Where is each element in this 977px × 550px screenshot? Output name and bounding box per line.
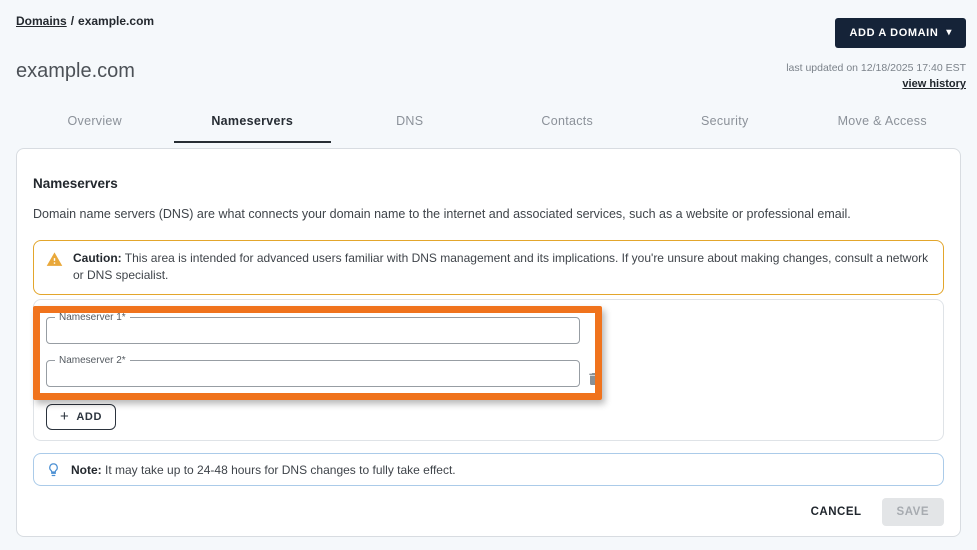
card-footer: CANCEL SAVE	[811, 498, 944, 526]
note-label: Note:	[71, 462, 102, 477]
section-description: Domain name servers (DNS) are what conne…	[33, 207, 851, 221]
nameserver-2-label: Nameserver 2*	[59, 355, 126, 366]
plus-icon: +	[60, 408, 70, 425]
save-button[interactable]: SAVE	[881, 498, 944, 526]
page-title: example.com	[16, 60, 135, 82]
breadcrumb: Domains / example.com	[16, 14, 154, 28]
trash-icon	[589, 372, 599, 385]
nameserver-1-input[interactable]	[47, 325, 579, 343]
update-meta: last updated on 12/18/2025 17:40 EST vie…	[786, 62, 966, 92]
breadcrumb-current: example.com	[78, 14, 155, 28]
section-title: Nameservers	[33, 176, 118, 191]
warning-icon	[46, 251, 63, 273]
nameserver-1-label: Nameserver 1*	[59, 312, 126, 323]
add-nameserver-button[interactable]: + ADD	[46, 404, 117, 430]
caution-body: This area is intended for advanced users…	[73, 251, 929, 283]
nameservers-card: Nameservers Domain name servers (DNS) ar…	[16, 148, 961, 537]
caret-down-icon: ▾	[946, 27, 952, 38]
tab-bar: Overview Nameservers DNS Contacts Securi…	[16, 108, 961, 143]
caution-banner: Caution: This area is intended for advan…	[33, 240, 944, 295]
note-banner: Note: It may take up to 24-48 hours for …	[33, 453, 944, 486]
nameservers-panel: Nameserver 1* Nameserver 2* + ADD	[33, 299, 944, 441]
last-updated-text: last updated on 12/18/2025 17:40 EST	[786, 62, 966, 74]
nameserver-2-field: Nameserver 2*	[46, 355, 580, 387]
add-a-domain-label: ADD A DOMAIN	[849, 27, 939, 39]
nameserver-2-input[interactable]	[47, 368, 579, 386]
cancel-button[interactable]: CANCEL	[811, 506, 862, 518]
lightbulb-icon	[46, 462, 61, 477]
note-body: It may take up to 24-48 hours for DNS ch…	[101, 462, 456, 477]
add-button-label: ADD	[76, 411, 103, 423]
tab-overview[interactable]: Overview	[16, 108, 174, 143]
view-history-link[interactable]: view history	[902, 78, 966, 90]
tab-dns[interactable]: DNS	[331, 108, 489, 143]
delete-nameserver-button[interactable]	[584, 370, 604, 390]
caution-text: Caution: This area is intended for advan…	[73, 250, 931, 285]
tab-contacts[interactable]: Contacts	[489, 108, 647, 143]
tab-nameservers[interactable]: Nameservers	[173, 108, 331, 143]
tab-security[interactable]: Security	[646, 108, 804, 143]
nameserver-1-field: Nameserver 1*	[46, 312, 580, 344]
breadcrumb-separator: /	[70, 14, 75, 28]
add-a-domain-button[interactable]: ADD A DOMAIN ▾	[835, 18, 966, 48]
tab-move-access[interactable]: Move & Access	[804, 108, 962, 143]
note-text: Note: It may take up to 24-48 hours for …	[71, 463, 456, 477]
caution-label: Caution:	[73, 251, 122, 265]
breadcrumb-domains-link[interactable]: Domains	[16, 14, 67, 28]
